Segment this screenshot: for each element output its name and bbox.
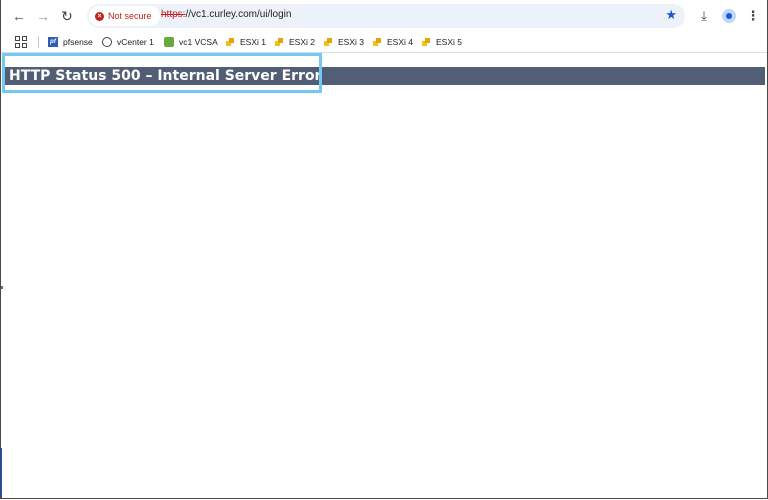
bookmark-pfsense[interactable]: pf pfsense	[48, 35, 93, 49]
edge-marker	[1, 286, 3, 289]
url-path: //vc1.curley.com/ui/login	[185, 9, 292, 20]
bookmark-label: ESXi 5	[436, 37, 462, 47]
esxi-icon	[274, 37, 284, 47]
download-icon[interactable]: ⤓	[695, 7, 713, 25]
bookmark-label: ESXi 1	[240, 37, 266, 47]
bookmark-label: ESXi 2	[289, 37, 315, 47]
bookmark-vcenter-1[interactable]: vCenter 1	[102, 35, 154, 49]
pfsense-icon: pf	[48, 37, 58, 47]
browser-window: ← → ↻ × Not secure https://vc1.curley.co…	[0, 0, 768, 499]
bookmarks-bar: pf pfsense vCenter 1 vc1 VCSA ESXi 1 ESX…	[1, 32, 767, 53]
star-icon[interactable]: ★	[665, 7, 677, 23]
url-text[interactable]: https://vc1.curley.com/ui/login	[161, 9, 291, 20]
apps-grid-icon[interactable]	[15, 36, 27, 48]
kebab-menu-icon[interactable]: ⋮	[744, 7, 762, 25]
bookmark-esxi-5[interactable]: ESXi 5	[421, 35, 462, 49]
bookmark-label: ESXi 4	[387, 37, 413, 47]
page-content: HTTP Status 500 – Internal Server Error	[1, 53, 767, 498]
bookmark-esxi-1[interactable]: ESXi 1	[225, 35, 266, 49]
browser-toolbar: ← → ↻ × Not secure https://vc1.curley.co…	[1, 0, 767, 32]
arrow-left-icon: ←	[12, 8, 26, 24]
globe-icon	[102, 37, 112, 47]
reload-icon: ↻	[61, 7, 73, 24]
arrow-right-icon: →	[36, 8, 50, 24]
bookmark-esxi-2[interactable]: ESXi 2	[274, 35, 315, 49]
bookmark-vc1-vcsa[interactable]: vc1 VCSA	[164, 35, 218, 49]
bookmark-label: ESXi 3	[338, 37, 364, 47]
highlight-box	[2, 53, 322, 93]
address-bar[interactable]: × Not secure https://vc1.curley.com/ui/l…	[87, 4, 685, 28]
bookmark-esxi-4[interactable]: ESXi 4	[372, 35, 413, 49]
bookmarks-separator	[38, 36, 39, 48]
esxi-icon	[372, 37, 382, 47]
esxi-icon	[323, 37, 333, 47]
esxi-icon	[225, 37, 235, 47]
edge-marker	[1, 448, 2, 498]
vcsa-icon	[164, 37, 174, 47]
security-label: Not secure	[108, 11, 152, 21]
back-button[interactable]: ←	[9, 6, 29, 26]
profile-icon[interactable]	[720, 7, 738, 25]
url-scheme: https:	[161, 9, 186, 20]
forward-button[interactable]: →	[33, 6, 53, 26]
esxi-icon	[421, 37, 431, 47]
bookmark-label: vc1 VCSA	[179, 37, 218, 47]
bookmark-esxi-3[interactable]: ESXi 3	[323, 35, 364, 49]
reload-button[interactable]: ↻	[57, 6, 77, 26]
bookmark-label: pfsense	[63, 37, 93, 47]
security-indicator[interactable]: × Not secure	[89, 6, 160, 26]
bookmark-label: vCenter 1	[117, 37, 154, 47]
warning-icon: ×	[95, 11, 104, 21]
